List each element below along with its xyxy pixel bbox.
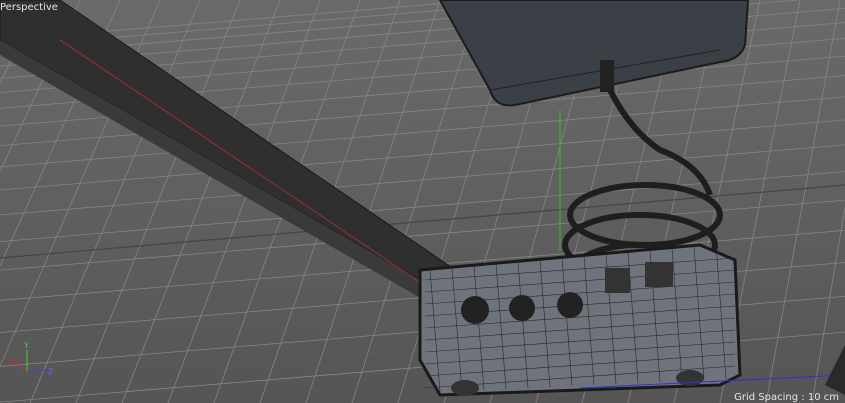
3d-viewport[interactable]: Y Z X xyxy=(0,0,845,403)
y-axis-label: Y xyxy=(23,341,29,350)
x-axis-label: X xyxy=(9,358,15,367)
grid-spacing-label: Grid Spacing : 10 cm xyxy=(734,392,839,403)
view-name-label[interactable]: Perspective xyxy=(0,2,58,13)
z-axis-label: Z xyxy=(48,367,54,376)
